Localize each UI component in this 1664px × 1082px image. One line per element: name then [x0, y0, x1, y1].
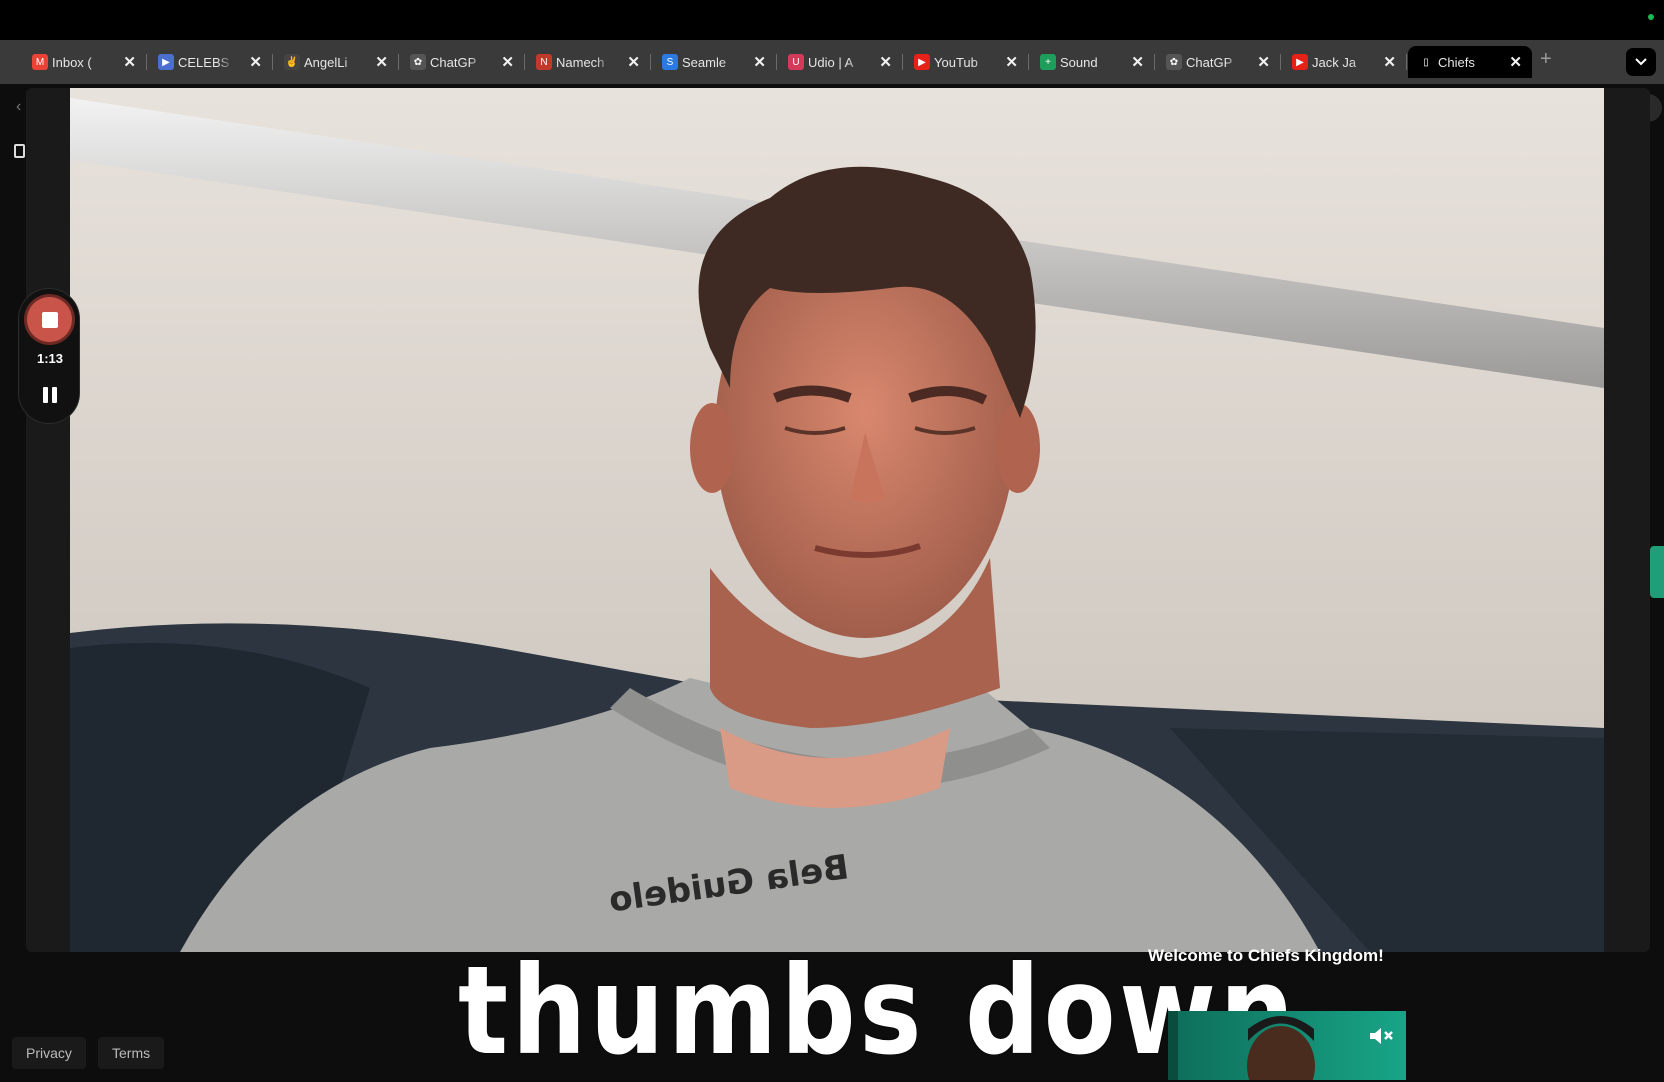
- tab-label: Inbox (: [52, 54, 92, 70]
- browser-tab[interactable]: ▶ CELEBS ✕: [148, 46, 273, 78]
- tab-separator: [902, 54, 903, 70]
- webcam-video: Bela Guidelo: [70, 88, 1604, 952]
- tab-separator: [146, 54, 147, 70]
- mini-video-player[interactable]: [1168, 1011, 1406, 1080]
- seamless-icon: S: [662, 54, 678, 70]
- browser-tab[interactable]: ▶ Jack Ja ✕: [1282, 46, 1407, 78]
- close-tab-icon[interactable]: ✕: [249, 53, 262, 71]
- browser-tab[interactable]: S Seamle ✕: [652, 46, 777, 78]
- tab-label: Jack Ja: [1312, 54, 1357, 70]
- terms-link[interactable]: Terms: [98, 1037, 165, 1069]
- close-tab-icon[interactable]: ✕: [1509, 53, 1522, 71]
- tab-label: Namech: [556, 54, 605, 70]
- openai-icon: ✿: [1166, 54, 1182, 70]
- close-tab-icon[interactable]: ✕: [375, 53, 388, 71]
- browser-tab[interactable]: N Namech ✕: [526, 46, 651, 78]
- browser-tab[interactable]: ✿ ChatGP ✕: [400, 46, 525, 78]
- chevron-down-icon: [1635, 58, 1647, 66]
- close-tab-icon[interactable]: ✕: [1005, 53, 1018, 71]
- close-tab-icon[interactable]: ✕: [1383, 53, 1396, 71]
- tab-search-menu-button[interactable]: [1626, 48, 1656, 76]
- close-tab-icon[interactable]: ✕: [123, 53, 136, 71]
- recording-controls: 1:13: [18, 288, 80, 424]
- tab-label: Udio | A: [808, 54, 854, 70]
- tab-separator: [398, 54, 399, 70]
- close-tab-icon[interactable]: ✕: [879, 53, 892, 71]
- browser-tab[interactable]: U Udio | A ✕: [778, 46, 903, 78]
- youtube-icon: ▶: [1292, 54, 1308, 70]
- tab-separator: [1280, 54, 1281, 70]
- browser-tab[interactable]: M Inbox ( ✕: [22, 46, 147, 78]
- stop-icon: [41, 311, 58, 328]
- tab-label: CELEBS: [178, 54, 230, 70]
- recording-timer: 1:13: [36, 351, 64, 366]
- close-tab-icon[interactable]: ✕: [1257, 53, 1270, 71]
- stop-recording-button[interactable]: [27, 297, 72, 342]
- tab-strip: M Inbox (✕ ▶ CELEBS ✕ ✌ AngelLi ✕ ✿ ChatGP ✕ N Namec…: [0, 40, 1664, 84]
- namecheap-icon: N: [536, 54, 552, 70]
- tab-label: Chiefs: [1438, 54, 1475, 70]
- tab-separator: [650, 54, 651, 70]
- document-icon: ▯: [1418, 54, 1434, 70]
- tab-separator: [1154, 54, 1155, 70]
- gmail-icon: M: [32, 54, 48, 70]
- tab-separator: [524, 54, 525, 70]
- close-tab-icon[interactable]: ✕: [753, 53, 766, 71]
- udio-icon: U: [788, 54, 804, 70]
- top-bar: [0, 0, 1664, 40]
- tab-label: ChatGP: [1186, 54, 1233, 70]
- tab-label: AngelLi: [304, 54, 348, 70]
- privacy-link[interactable]: Privacy: [12, 1037, 86, 1069]
- browser-tab[interactable]: ✌ AngelLi ✕: [274, 46, 399, 78]
- browser-tab[interactable]: + Sound ✕: [1030, 46, 1155, 78]
- side-panel-handle[interactable]: [1650, 546, 1664, 598]
- pause-icon[interactable]: [41, 386, 59, 404]
- browser-tab[interactable]: ▯ Chiefs ✕: [1408, 46, 1532, 78]
- tab-separator: [272, 54, 273, 70]
- webcam-feed-image: Bela Guidelo: [70, 88, 1604, 952]
- tab-separator: [1028, 54, 1029, 70]
- mute-icon[interactable]: [1368, 1025, 1394, 1047]
- celebs-icon: ▶: [158, 54, 174, 70]
- tab-label: Sound: [1060, 54, 1098, 70]
- back-arrow-icon[interactable]: ‹: [16, 98, 21, 116]
- close-tab-icon[interactable]: ✕: [501, 53, 514, 71]
- youtube-icon: ▶: [914, 54, 930, 70]
- sheets-icon: +: [1040, 54, 1056, 70]
- close-tab-icon[interactable]: ✕: [627, 53, 640, 71]
- tab-label: Seamle: [682, 54, 727, 70]
- tab-separator: [776, 54, 777, 70]
- file-icon: [14, 144, 25, 158]
- new-tab-button[interactable]: +: [1540, 48, 1552, 71]
- status-dot: [1648, 14, 1654, 20]
- tab-label: YouTub: [934, 54, 978, 70]
- close-tab-icon[interactable]: ✕: [1131, 53, 1144, 71]
- browser-tab[interactable]: ▶ YouTub ✕: [904, 46, 1029, 78]
- angellist-icon: ✌: [284, 54, 300, 70]
- tab-label: ChatGP: [430, 54, 477, 70]
- browser-tab[interactable]: ✿ ChatGP ✕: [1156, 46, 1281, 78]
- openai-icon: ✿: [410, 54, 426, 70]
- tab-separator: [1406, 54, 1407, 70]
